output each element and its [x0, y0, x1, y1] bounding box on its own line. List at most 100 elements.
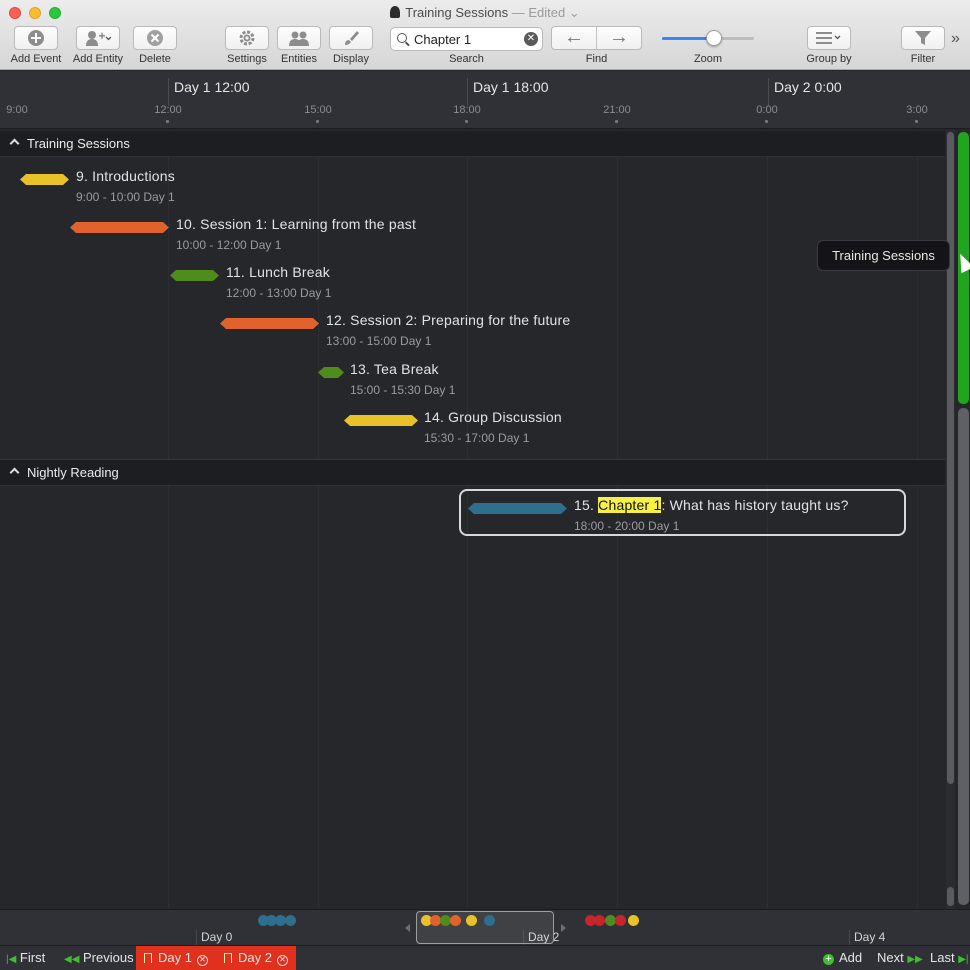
event-bar[interactable] [220, 318, 319, 329]
display-button[interactable]: Display [329, 26, 373, 65]
event-introductions[interactable]: 9. Introductions 9:00 - 10:00 Day 1 [20, 168, 320, 216]
bookmark-day-1[interactable]: Day 1 ✕ [136, 946, 216, 970]
event-bar[interactable] [70, 222, 169, 233]
event-time: 15:30 - 17:00 Day 1 [424, 431, 530, 445]
search-field[interactable]: Chapter 1 ✕ [390, 27, 543, 51]
first-icon: |◀ [6, 954, 17, 965]
ruler-minor-label: 0:00 [756, 104, 778, 116]
group-header-nightly-reading[interactable]: Nightly Reading [0, 460, 945, 486]
last-button[interactable]: Last ▶| [930, 946, 969, 970]
overview-event-dot [450, 915, 461, 926]
x-circle-icon [133, 26, 177, 50]
chevron-up-icon[interactable] [9, 138, 20, 149]
ruler-minor-label: 12:00 [154, 104, 182, 116]
ruler-tick [465, 120, 468, 123]
ruler-minor-label: 21:00 [603, 104, 631, 116]
event-session-1[interactable]: 10. Session 1: Learning from the past 10… [70, 216, 450, 264]
overview-right-arrow-icon[interactable] [561, 924, 566, 932]
event-title: 10. Session 1: Learning from the past [176, 216, 417, 232]
remove-bookmark-icon[interactable]: ✕ [276, 955, 288, 966]
time-ruler[interactable]: Day 1 12:00 Day 1 18:00 Day 2 0:00 9:00 … [0, 71, 970, 129]
chevron-up-icon[interactable] [9, 467, 20, 478]
search-icon [397, 33, 407, 43]
overview-strip[interactable]: Day 0 Day 2 Day 4 [0, 909, 970, 946]
event-title: 14. Group Discussion [424, 409, 562, 425]
document-icon [390, 6, 401, 18]
event-session-2[interactable]: 12. Session 2: Preparing for the future … [220, 312, 620, 360]
next-button[interactable]: Next ▶▶ [877, 946, 923, 970]
ruler-minor-label: 3:00 [906, 104, 928, 116]
overview-label: Day 0 [196, 930, 232, 946]
event-title: 9. Introductions [76, 168, 175, 184]
remove-bookmark-icon[interactable]: ✕ [196, 955, 208, 966]
bookmark-icon [144, 953, 152, 963]
ruler-tick [316, 120, 319, 123]
search-input[interactable]: Chapter 1 [414, 32, 471, 47]
clear-search-icon[interactable]: ✕ [524, 32, 538, 46]
edited-indicator[interactable]: — Edited [512, 5, 565, 20]
gear-icon [225, 26, 269, 50]
event-title: 15. Chapter 1: What has history taught u… [574, 497, 849, 513]
find-previous-icon[interactable]: ← [552, 27, 597, 49]
overview-left-arrow-icon[interactable] [405, 924, 410, 932]
event-bar[interactable] [20, 174, 69, 185]
add-event-button[interactable]: Add Event [8, 26, 64, 65]
scrollbar-thumb-lower[interactable] [947, 887, 954, 906]
funnel-icon [901, 26, 945, 50]
group-tooltip: Training Sessions [817, 240, 950, 271]
event-lunch-break[interactable]: 11. Lunch Break 12:00 - 13:00 Day 1 [170, 264, 470, 312]
event-bar[interactable] [344, 415, 418, 426]
window-title: Training Sessions — Edited ⌄ [0, 5, 970, 21]
settings-button[interactable]: Settings [224, 26, 270, 65]
event-bar[interactable] [170, 270, 219, 281]
rewind-icon: ◀◀ [64, 954, 80, 965]
ruler-minor-label: 18:00 [453, 104, 481, 116]
event-title: 11. Lunch Break [226, 264, 330, 280]
overview-label: Day 4 [849, 930, 885, 946]
filter-button[interactable]: Filter [901, 26, 945, 65]
delete-button[interactable]: Delete [133, 26, 177, 65]
app-window: Training Sessions — Edited ⌄ Add Event A… [0, 0, 970, 970]
toolbar-overflow-icon[interactable]: » [951, 30, 960, 48]
overview-event-dot [594, 915, 605, 926]
add-entity-button[interactable]: Add Entity [70, 26, 126, 65]
bottom-bar: |◀ First ◀◀ Previous Day 1 ✕ Day 2 ✕ + Add … [0, 945, 970, 970]
zoom-slider-knob[interactable] [705, 30, 722, 46]
event-bar[interactable] [318, 367, 344, 378]
zoom-label: Zoom [693, 53, 723, 65]
overview-event-dot [466, 915, 477, 926]
people-icon [277, 26, 321, 50]
event-title: 13. Tea Break [350, 361, 439, 377]
event-tea-break[interactable]: 13. Tea Break 15:00 - 15:30 Day 1 [318, 361, 618, 409]
group-by-button[interactable]: Group by [800, 26, 858, 65]
chevron-down-icon: ⌄ [565, 5, 580, 20]
event-chapter-1[interactable]: 15. Chapter 1: What has history taught u… [468, 497, 898, 545]
last-icon: ▶| [958, 954, 969, 965]
ruler-tick [765, 120, 768, 123]
group-navigator-segment[interactable] [958, 408, 969, 905]
bookmark-day-2[interactable]: Day 2 ✕ [216, 946, 296, 970]
zoom-slider[interactable] [662, 30, 754, 46]
overview-event-dot [615, 915, 626, 926]
first-button[interactable]: |◀ First [6, 946, 45, 970]
scrollbar-thumb[interactable] [947, 132, 954, 784]
paintbrush-icon [329, 26, 373, 50]
timeline-canvas[interactable]: Training Sessions 9. Introductions 9:00 … [0, 130, 945, 909]
event-time: 13:00 - 15:00 Day 1 [326, 334, 432, 348]
plus-icon: + [823, 954, 834, 965]
entities-button[interactable]: Entities [277, 26, 321, 65]
overview-event-dot [628, 915, 639, 926]
find-buttons: ← → [551, 26, 642, 50]
event-group-discussion[interactable]: 14. Group Discussion 15:30 - 17:00 Day 1 [344, 409, 644, 457]
add-bookmark-button[interactable]: + Add [823, 946, 862, 970]
group-navigator[interactable] [957, 130, 970, 909]
group-header-training-sessions[interactable]: Training Sessions [0, 131, 945, 157]
event-time: 15:00 - 15:30 Day 1 [350, 383, 456, 397]
event-bar[interactable] [468, 503, 567, 514]
previous-button[interactable]: ◀◀ Previous [64, 946, 134, 970]
event-time: 10:00 - 12:00 Day 1 [176, 238, 282, 252]
event-title: 12. Session 2: Preparing for the future [326, 312, 571, 328]
ruler-tick [915, 120, 918, 123]
find-next-icon[interactable]: → [597, 27, 641, 49]
find-label: Find [585, 53, 608, 65]
